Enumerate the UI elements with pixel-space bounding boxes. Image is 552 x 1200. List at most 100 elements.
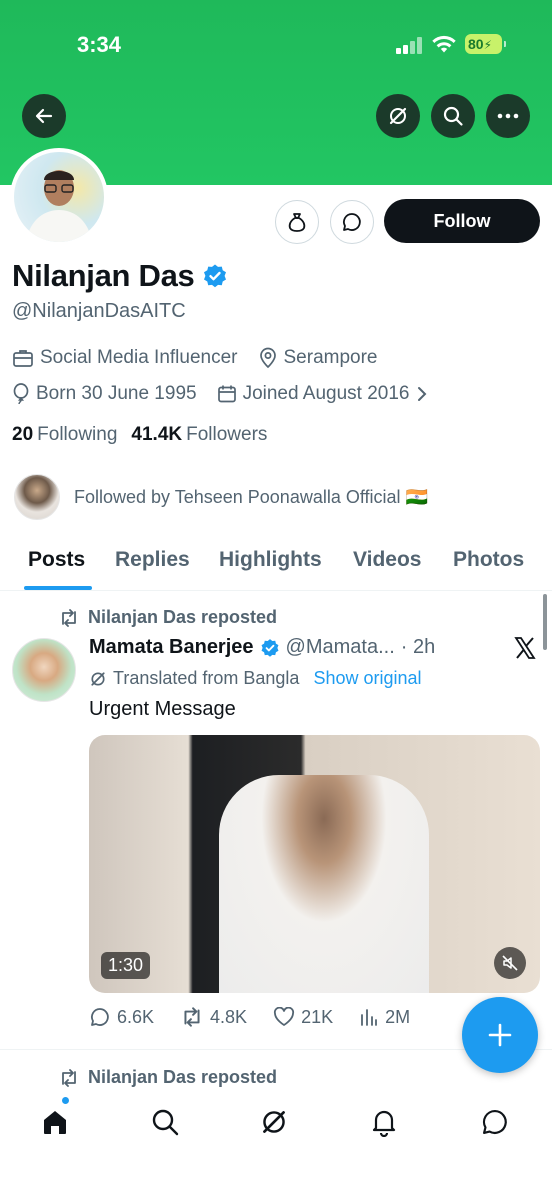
repost-action[interactable]: 4.8K (180, 1006, 247, 1028)
followers-count: 41.4K (131, 424, 183, 445)
tab-videos[interactable]: Videos (353, 548, 421, 572)
post-author-name[interactable]: Mamata Banerjee (89, 636, 254, 659)
scrollbar[interactable] (543, 594, 547, 650)
post-text: Urgent Message (89, 698, 236, 720)
nav-messages[interactable] (477, 1104, 513, 1140)
nav-home[interactable] (37, 1104, 73, 1140)
post-header: Mamata Banerjee @Mamata... · 2h (89, 636, 435, 659)
like-action[interactable]: 21K (273, 1006, 333, 1028)
money-bag-icon (288, 213, 306, 232)
grok-button[interactable] (376, 94, 420, 138)
search-button[interactable] (431, 94, 475, 138)
video-thumbnail-subject (219, 775, 429, 993)
nav-search[interactable] (147, 1104, 183, 1140)
tip-button[interactable] (275, 200, 319, 244)
reply-action[interactable]: 6.6K (89, 1006, 154, 1028)
profile-name: Nilanjan Das (12, 258, 195, 293)
profile-location: Serampore (258, 347, 378, 369)
tab-replies[interactable]: Replies (115, 548, 190, 572)
bell-icon (372, 1110, 396, 1137)
back-button[interactable] (22, 94, 66, 138)
post-time: · 2h (400, 636, 436, 658)
profile-name-row: Nilanjan Das (12, 258, 228, 294)
profile-handle: @NilanjanDasAITC (12, 300, 186, 322)
repost-icon (62, 1068, 76, 1087)
message-bubble-icon (343, 213, 361, 231)
followed-by-avatar (14, 474, 60, 520)
repost-indicator[interactable]: Nilanjan Das reposted (58, 607, 277, 628)
video-duration: 1:30 (101, 952, 151, 979)
battery-indicator: 80⚡ (465, 34, 506, 54)
verified-badge-icon (261, 638, 278, 657)
x-logo-icon[interactable] (513, 636, 537, 660)
profile-joined-text: Joined August 2016 (242, 383, 410, 404)
nav-grok[interactable] (256, 1104, 292, 1140)
views-chart-icon (361, 1009, 377, 1026)
followed-by-text: Followed by Tehseen Poonawalla Official … (74, 486, 428, 507)
translated-from-text: Translated from Bangla (113, 668, 300, 688)
balloon-icon (13, 383, 29, 405)
bottom-navigation (0, 1090, 552, 1200)
arrow-left-icon (35, 108, 53, 124)
repost-count: 4.8K (210, 1006, 248, 1027)
post-author-avatar[interactable] (12, 638, 76, 702)
plus-icon (488, 1023, 512, 1047)
home-icon (44, 1111, 66, 1134)
repost-icon (184, 1007, 200, 1027)
home-notification-dot (61, 1096, 70, 1105)
heart-icon (274, 1007, 295, 1026)
reply-count: 6.6K (117, 1006, 155, 1027)
profile-birthday: Born 30 June 1995 (12, 383, 197, 405)
profile-tabs: Posts Replies Highlights Videos Photos (0, 540, 552, 591)
profile-meta-row-1: Social Media Influencer Serampore (12, 347, 398, 369)
chevron-right-icon (417, 387, 426, 401)
views-action[interactable]: 2M (359, 1006, 410, 1028)
tab-posts[interactable]: Posts (28, 548, 85, 572)
show-original-link[interactable]: Show original (313, 668, 421, 689)
following-count: 20 (12, 424, 34, 445)
avatar-portrait (26, 170, 92, 242)
more-options-button[interactable] (486, 94, 530, 138)
tab-highlights[interactable]: Highlights (219, 548, 322, 572)
translation-row: Translated from Bangla Show original (89, 668, 422, 689)
briefcase-icon (13, 350, 33, 367)
followed-by-row[interactable]: Followed by Tehseen Poonawalla Official … (14, 474, 428, 520)
battery-level: 80 (468, 36, 484, 52)
message-bubble-icon (482, 1109, 507, 1134)
tab-photos[interactable]: Photos (453, 548, 524, 572)
following-link[interactable]: 20 Following (12, 424, 117, 446)
profile-avatar[interactable] (10, 148, 108, 246)
nav-notifications[interactable] (366, 1104, 402, 1140)
search-icon (443, 106, 463, 126)
status-time: 3:34 (77, 32, 122, 57)
wifi-icon (432, 35, 456, 53)
speaker-muted-icon (502, 955, 518, 971)
post-author-handle[interactable]: @Mamata... (286, 636, 395, 659)
more-icon (497, 113, 519, 119)
followers-link[interactable]: 41.4K Followers (131, 424, 267, 446)
profile-birthday-text: Born 30 June 1995 (36, 383, 197, 404)
next-repost-indicator[interactable]: Nilanjan Das reposted (58, 1067, 277, 1088)
repost-icon (62, 608, 76, 627)
cellular-signal-icon (396, 37, 422, 54)
profile-category: Social Media Influencer (12, 347, 238, 369)
message-button[interactable] (330, 200, 374, 244)
grok-icon (91, 671, 105, 686)
verified-badge-icon[interactable] (202, 263, 228, 289)
profile-category-text: Social Media Influencer (40, 347, 238, 368)
grok-icon (263, 1111, 285, 1133)
profile-location-text: Serampore (283, 347, 378, 368)
post-engagement-bar: 6.6K 4.8K 21K 2M (89, 1006, 436, 1028)
followers-label: Followers (186, 424, 268, 445)
profile-joined[interactable]: Joined August 2016 (217, 383, 428, 405)
mute-toggle[interactable] (494, 947, 526, 979)
calendar-icon (217, 385, 236, 403)
search-icon (152, 1109, 179, 1136)
grok-icon (389, 107, 407, 125)
following-label: Following (37, 424, 118, 445)
compose-button[interactable] (462, 997, 538, 1073)
follow-button[interactable]: Follow (384, 199, 540, 243)
reposted-by-text: Nilanjan Das reposted (88, 607, 278, 627)
post-video[interactable]: 1:30 (89, 735, 540, 993)
active-tab-indicator (24, 586, 92, 590)
